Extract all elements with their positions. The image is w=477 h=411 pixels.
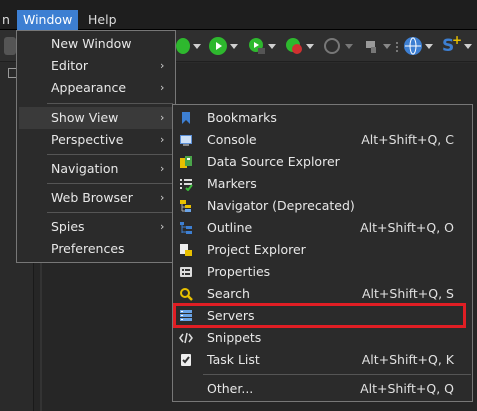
project-explorer-icon bbox=[180, 244, 192, 256]
window-menu: New Window Editor › Appearance › Show Vi… bbox=[16, 30, 176, 263]
view-item-navigator[interactable]: Navigator (Deprecated) bbox=[173, 195, 472, 217]
bookmark-icon bbox=[182, 112, 190, 124]
pointer-dropdown-icon[interactable] bbox=[383, 44, 391, 49]
menu-file-partial[interactable]: n bbox=[0, 10, 16, 30]
outline-icon bbox=[180, 222, 192, 234]
run-dropdown-icon[interactable] bbox=[230, 44, 238, 49]
menu-separator bbox=[47, 103, 173, 104]
menu-help[interactable]: Help bbox=[82, 10, 123, 30]
view-item-task-list[interactable]: Task List Alt+Shift+Q, K bbox=[173, 349, 472, 371]
menu-item-new-window[interactable]: New Window bbox=[17, 33, 175, 55]
task-list-icon bbox=[181, 354, 191, 366]
markers-icon bbox=[180, 179, 193, 191]
data-source-icon bbox=[180, 156, 192, 168]
chevron-right-icon: › bbox=[160, 162, 165, 175]
console-icon bbox=[180, 135, 192, 146]
run-external-dropdown-icon[interactable] bbox=[268, 44, 276, 49]
search-icon bbox=[180, 288, 193, 301]
menu-item-preferences[interactable]: Preferences bbox=[17, 238, 175, 260]
debug-icon[interactable] bbox=[176, 38, 190, 54]
view-item-data-source-explorer[interactable]: Data Source Explorer bbox=[173, 151, 472, 173]
globe-icon[interactable] bbox=[404, 37, 422, 55]
menu-item-web-browser[interactable]: Web Browser › bbox=[17, 187, 175, 209]
view-item-console[interactable]: Console Alt+Shift+Q, C bbox=[173, 129, 472, 151]
toolbar-icon-partial[interactable] bbox=[4, 37, 16, 55]
globe-dropdown-icon[interactable] bbox=[425, 44, 433, 49]
menu-item-editor[interactable]: Editor › bbox=[17, 55, 175, 77]
chevron-right-icon: › bbox=[160, 133, 165, 146]
pointer-icon[interactable] bbox=[363, 37, 381, 55]
snippets-icon bbox=[179, 332, 193, 344]
coverage-dropdown-icon[interactable] bbox=[345, 44, 353, 49]
view-item-search[interactable]: Search Alt+Shift+Q, S bbox=[173, 283, 472, 305]
navigator-icon bbox=[180, 200, 191, 212]
spring-dropdown-icon[interactable] bbox=[464, 44, 472, 49]
view-item-bookmarks[interactable]: Bookmarks bbox=[173, 107, 472, 129]
debug-dropdown-icon[interactable] bbox=[193, 44, 201, 49]
properties-icon bbox=[180, 267, 192, 277]
view-item-other[interactable]: Other... Alt+Shift+Q, Q bbox=[173, 378, 472, 400]
menu-item-perspective[interactable]: Perspective › bbox=[17, 129, 175, 151]
view-item-properties[interactable]: Properties bbox=[173, 261, 472, 283]
menu-item-spies[interactable]: Spies › bbox=[17, 216, 175, 238]
servers-highlight-box bbox=[173, 303, 466, 328]
run-icon[interactable] bbox=[209, 37, 227, 55]
show-view-submenu: Bookmarks Console Alt+Shift+Q, C Data So… bbox=[172, 104, 473, 402]
menu-item-appearance[interactable]: Appearance › bbox=[17, 77, 175, 99]
run-external-icon[interactable] bbox=[248, 37, 266, 55]
external-tools-icon[interactable] bbox=[285, 37, 303, 55]
menu-item-show-view[interactable]: Show View › bbox=[19, 107, 174, 129]
chevron-right-icon: › bbox=[160, 111, 165, 124]
menu-separator bbox=[203, 374, 471, 375]
coverage-icon[interactable] bbox=[324, 38, 340, 54]
menu-bar: n Window Help bbox=[0, 0, 477, 30]
view-item-project-explorer[interactable]: Project Explorer bbox=[173, 239, 472, 261]
view-item-outline[interactable]: Outline Alt+Shift+Q, O bbox=[173, 217, 472, 239]
view-item-markers[interactable]: Markers bbox=[173, 173, 472, 195]
menu-separator bbox=[47, 154, 173, 155]
editor-indent-guide bbox=[40, 250, 42, 411]
chevron-right-icon: › bbox=[160, 191, 165, 204]
menu-item-navigation[interactable]: Navigation › bbox=[17, 158, 175, 180]
view-item-snippets[interactable]: Snippets bbox=[173, 327, 472, 349]
menu-separator bbox=[47, 183, 173, 184]
chevron-right-icon: › bbox=[160, 59, 165, 72]
menu-separator bbox=[47, 212, 173, 213]
chevron-right-icon: › bbox=[160, 81, 165, 94]
menu-window[interactable]: Window bbox=[17, 10, 79, 30]
chevron-right-icon: › bbox=[160, 220, 165, 233]
toolbar-separator bbox=[396, 42, 398, 52]
external-tools-dropdown-icon[interactable] bbox=[306, 44, 314, 49]
spring-icon[interactable]: S + bbox=[442, 33, 462, 55]
